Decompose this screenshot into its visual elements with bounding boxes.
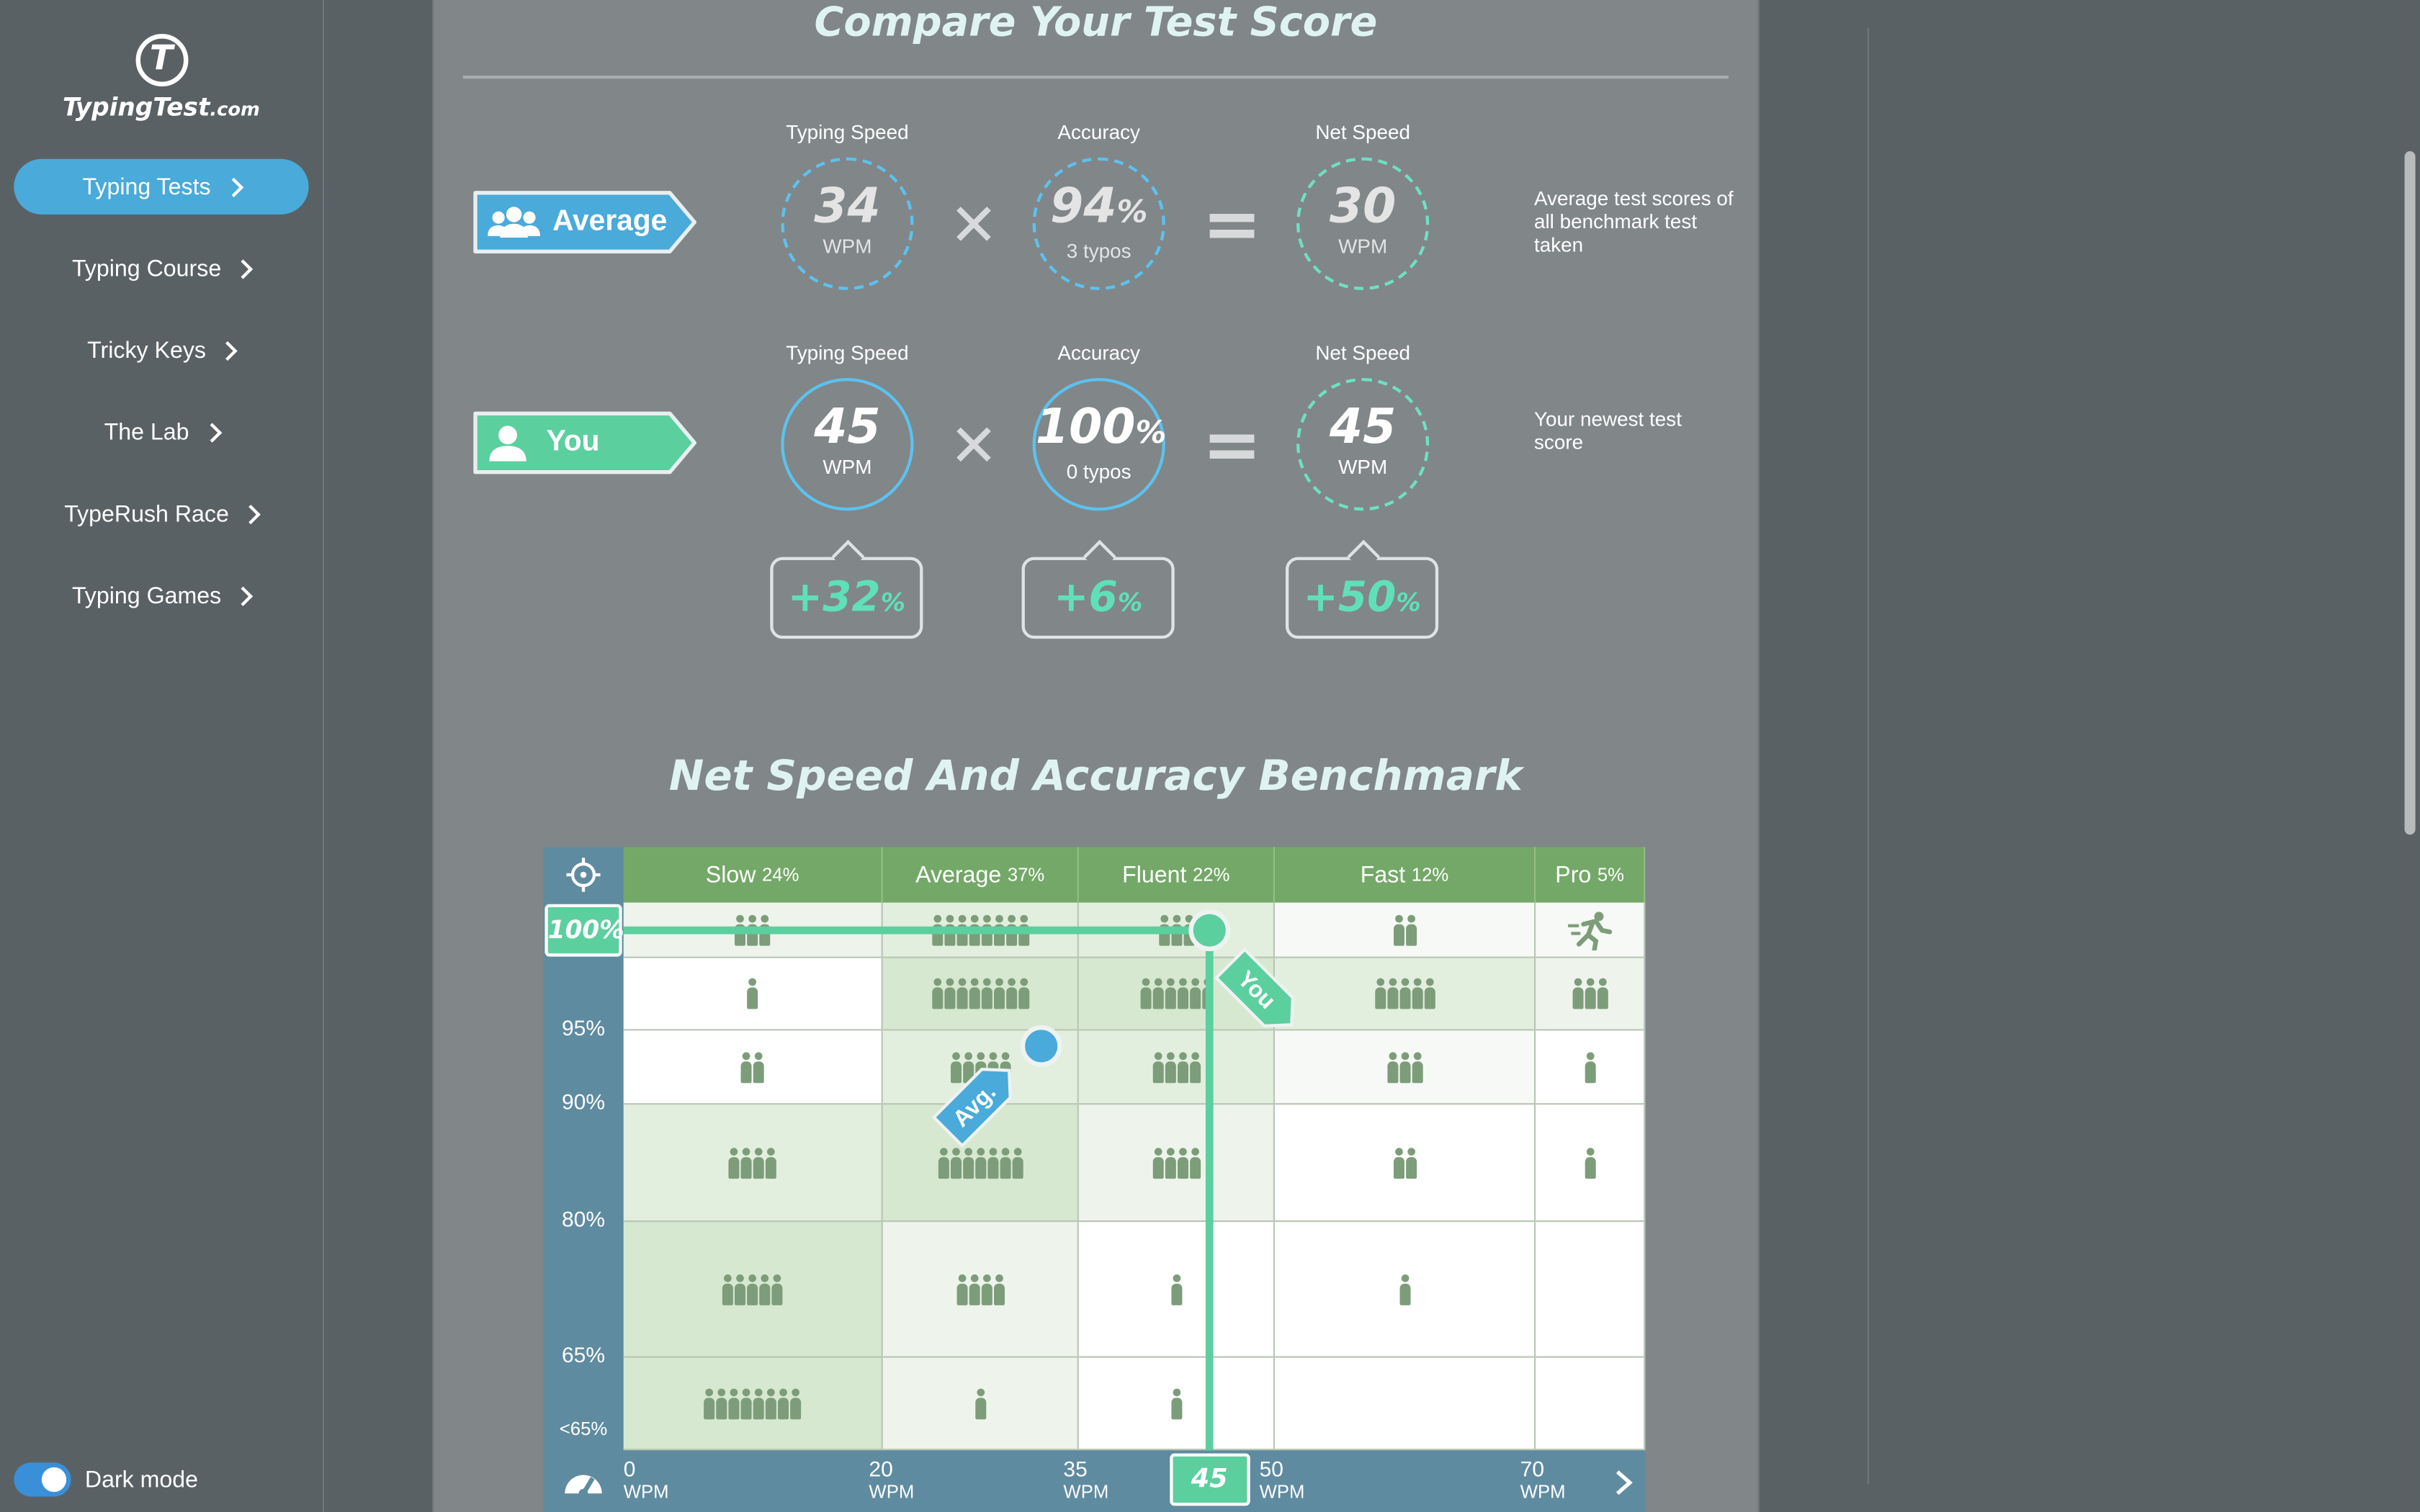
benchmark-overlay: You Avg.	[623, 909, 1295, 1451]
title-divider	[462, 76, 1729, 79]
accuracy-delta: +6%	[1021, 557, 1175, 639]
average-accuracy-unit: %	[1116, 192, 1148, 230]
delta-unit: %	[1396, 588, 1421, 618]
sidebar-item-label: Typing Course	[71, 255, 222, 282]
equals-icon: =	[1202, 181, 1262, 266]
chevron-right-icon	[201, 422, 222, 442]
average-net-speed-circle: 30 WPM	[1296, 157, 1430, 290]
sidebar-item-label: Typing Games	[71, 582, 222, 609]
delta-value: +50	[1303, 574, 1397, 622]
you-point	[1188, 909, 1231, 952]
you-accuracy-marker: 100%	[544, 904, 624, 957]
sidebar-item-typing-course[interactable]: Typing Course	[14, 240, 308, 296]
logo-icon: T	[135, 34, 188, 87]
you-net-speed-unit: WPM	[1338, 455, 1388, 479]
benchmark-title: Net Speed And Accuracy Benchmark	[668, 752, 1523, 801]
net-speed-header: Net Speed	[1315, 120, 1410, 144]
equals-icon: =	[1202, 402, 1262, 486]
typing-speed-header: Typing Speed	[786, 341, 909, 364]
right-divider	[1867, 27, 1869, 1485]
you-typing-speed-unit: WPM	[823, 455, 872, 479]
accuracy-header: Accuracy	[1057, 120, 1141, 144]
logo-text: TypingTest.com	[0, 93, 323, 122]
average-accuracy-value: 94	[1050, 179, 1117, 235]
avg-point	[1020, 1025, 1062, 1067]
sidebar-item-the-lab[interactable]: The Lab	[14, 404, 308, 459]
chevron-right-icon	[241, 503, 261, 524]
delta-value: +32	[787, 574, 881, 622]
logo-suffix: .com	[210, 99, 260, 121]
chevron-right-icon	[233, 585, 254, 606]
sidebar-item-typing-games[interactable]: Typing Games	[14, 568, 308, 624]
average-net-speed-value: 30	[1329, 179, 1397, 235]
average-typing-speed-value: 34	[814, 179, 881, 235]
avg-tag: Avg.	[931, 1067, 1012, 1148]
you-accuracy-circle: 100% 0 typos	[1032, 378, 1167, 511]
user-icon	[489, 426, 526, 462]
average-badge: Average	[472, 190, 698, 255]
you-net-speed-marker: 45	[1169, 1453, 1250, 1506]
benchmark-chart: Slow 24% Average 37% Fluent 22% Fast 12% Pro 5% 9…	[543, 847, 1646, 1512]
scrollbar-thumb[interactable]	[2404, 151, 2416, 835]
sidebar-nav: Typing Tests Typing Course Tricky Keys T…	[14, 158, 309, 649]
group-icon	[488, 207, 540, 238]
multiply-icon: ✕	[949, 191, 999, 259]
delta-unit: %	[1117, 588, 1143, 618]
dark-mode-control: Dark mode	[14, 1462, 199, 1497]
you-badge-label: You	[546, 426, 600, 459]
sidebar-item-typing-tests[interactable]: Typing Tests	[14, 158, 309, 215]
average-accuracy-circle: 94% 3 typos	[1032, 157, 1165, 290]
delta-unit: %	[880, 588, 906, 618]
sidebar-item-label: TypeRush Race	[64, 500, 229, 527]
you-typing-speed-circle: 45 WPM	[781, 378, 914, 511]
logo-name: TypingTest	[63, 92, 210, 122]
net-speed-delta: +50%	[1286, 557, 1439, 639]
sidebar: T TypingTest.com Typing Tests Typing Cou…	[0, 0, 324, 1512]
you-accuracy-value: 100	[1035, 400, 1136, 456]
average-typing-speed-unit: WPM	[823, 234, 872, 258]
scrollbar[interactable]	[2400, 0, 2420, 1512]
dark-mode-toggle[interactable]	[14, 1462, 71, 1497]
typing-speed-header: Typing Speed	[786, 120, 909, 144]
sidebar-item-typerush-race[interactable]: TypeRush Race	[14, 486, 308, 541]
sidebar-item-label: Typing Tests	[82, 174, 211, 200]
logo[interactable]: T TypingTest.com	[0, 34, 323, 122]
sidebar-item-label: The Lab	[104, 418, 189, 446]
you-net-speed-value: 45	[1329, 400, 1397, 456]
average-typos: 3 typos	[1066, 239, 1131, 263]
you-typos: 0 typos	[1066, 459, 1131, 483]
you-net-speed-circle: 45 WPM	[1296, 378, 1430, 511]
you-typing-speed-value: 45	[814, 400, 881, 456]
average-badge-label: Average	[552, 205, 668, 238]
multiply-icon: ✕	[949, 412, 999, 480]
accuracy-header: Accuracy	[1057, 341, 1141, 364]
you-note: Your newest test score	[1534, 407, 1682, 454]
sidebar-item-label: Tricky Keys	[87, 337, 207, 364]
you-tag: You	[1214, 947, 1295, 1028]
dark-mode-label: Dark mode	[84, 1466, 199, 1493]
average-typing-speed-circle: 34 WPM	[781, 157, 914, 290]
compare-title: Compare Your Test Score	[814, 0, 1378, 47]
chevron-right-icon	[223, 176, 243, 197]
chevron-right-icon	[233, 258, 254, 279]
net-speed-header: Net Speed	[1315, 341, 1410, 364]
typing-speed-delta: +32%	[770, 557, 923, 639]
you-accuracy-unit: %	[1135, 413, 1167, 451]
average-accuracy: 94%	[1036, 181, 1162, 238]
average-net-speed-unit: WPM	[1338, 234, 1388, 258]
delta-value: +6	[1054, 574, 1118, 622]
chevron-right-icon	[218, 340, 238, 361]
you-badge: You	[472, 410, 698, 475]
you-accuracy: 100%	[1035, 400, 1167, 458]
sidebar-item-tricky-keys[interactable]: Tricky Keys	[14, 323, 308, 378]
app-stage: T TypingTest.com Typing Tests Typing Cou…	[0, 0, 2420, 1512]
average-note: Average test scores of all benchmark tes…	[1534, 186, 1734, 256]
